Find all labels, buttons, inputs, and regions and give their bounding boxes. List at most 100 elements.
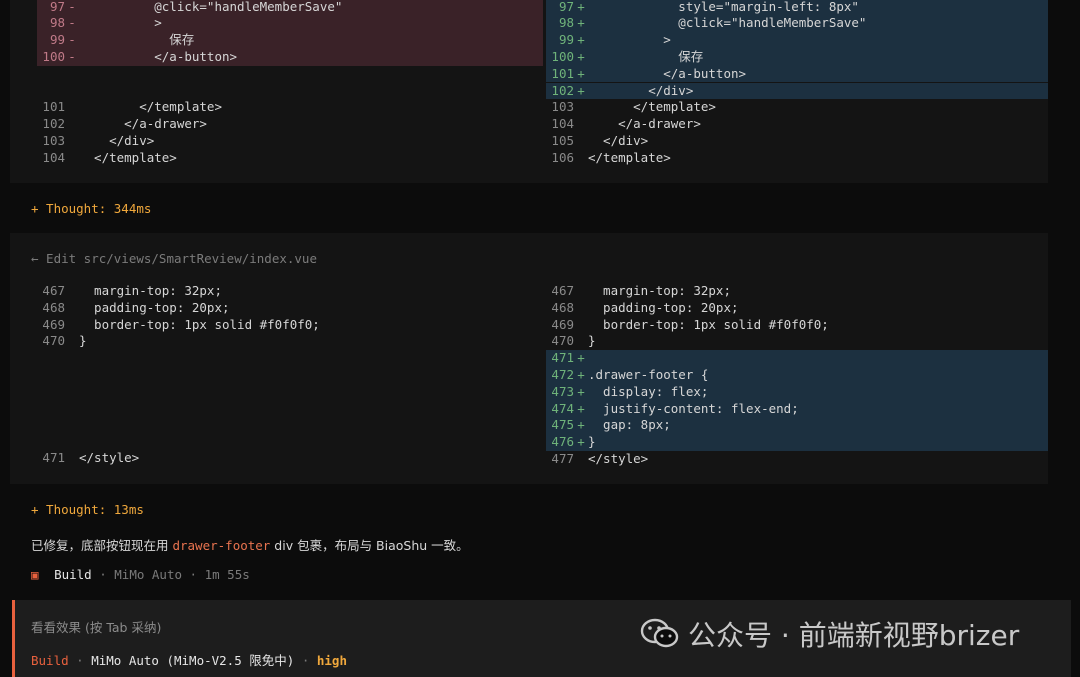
diff-sign: + xyxy=(577,82,585,98)
message-text: div 包裹，布局与 BiaoShu 一致。 xyxy=(270,538,469,553)
diff-sign: + xyxy=(577,65,585,81)
line-number: 100 xyxy=(42,48,65,64)
diff-sign: + xyxy=(577,350,585,366)
model-selector[interactable]: MiMo Auto (MiMo-V2.5 限免中) xyxy=(91,653,294,668)
line-number: 470 xyxy=(42,333,65,349)
line-number: 100 xyxy=(551,48,574,64)
line-number: 106 xyxy=(551,149,574,165)
code-text: </a-button> xyxy=(79,48,238,64)
mode-separator: · xyxy=(68,653,92,668)
diff-line-removed: 97- @click="handleMemberSave" xyxy=(37,0,543,16)
code-text: </div> xyxy=(588,132,649,148)
diff-sign: + xyxy=(577,417,585,433)
code-text: </template> xyxy=(79,99,222,115)
code-text: </template> xyxy=(588,99,716,115)
line-number: 475 xyxy=(551,417,574,433)
mode-selector[interactable]: Build xyxy=(31,653,69,668)
status-line: ▣ Build · MiMo Auto · 1m 55s xyxy=(31,567,250,582)
line-number: 467 xyxy=(42,283,65,298)
code-text: @click="handleMemberSave" xyxy=(588,15,867,31)
code-text: </template> xyxy=(588,149,671,165)
diff-line: 477 </style> xyxy=(546,451,1048,468)
line-number: 467 xyxy=(551,283,574,298)
line-number: 468 xyxy=(42,299,65,315)
code-text: </a-drawer> xyxy=(588,116,701,132)
diff-line-added: 471 + xyxy=(546,350,1048,367)
diff-sign: - xyxy=(68,0,76,14)
diff-line: 105 </div> xyxy=(546,133,1048,150)
diff-line: 468 padding-top: 20px; xyxy=(37,300,543,317)
diff-line-added: 100 + 保存 xyxy=(546,48,1048,66)
code-text: </div> xyxy=(588,82,694,98)
diff-line-removed: 99- 保存 xyxy=(37,32,543,49)
diff-line: 469 border-top: 1px solid #f0f0f0; xyxy=(37,317,543,334)
line-number: 97 xyxy=(558,0,574,14)
prompt-mode-bar: Build · MiMo Auto (MiMo-V2.5 限免中) · high xyxy=(31,650,347,669)
thought-toggle-2[interactable]: + Thought: 13ms xyxy=(31,502,144,517)
diff-sign: + xyxy=(577,32,585,48)
diff-line: 469 border-top: 1px solid #f0f0f0; xyxy=(546,317,1048,334)
watermark: 公众号 · 前端新视野brizer xyxy=(640,614,1019,654)
line-number: 469 xyxy=(551,316,574,332)
line-number: 470 xyxy=(551,333,574,349)
diff-line: 467 margin-top: 32px; xyxy=(37,283,543,300)
diff-line-added: 476 +} xyxy=(546,434,1048,451)
diff-sign: + xyxy=(577,367,585,382)
line-number: 477 xyxy=(551,451,574,466)
diff-line: 468 padding-top: 20px; xyxy=(546,300,1048,317)
code-text: </template> xyxy=(79,149,177,165)
line-number: 474 xyxy=(551,400,574,416)
diff-line: 103 </template> xyxy=(546,99,1048,116)
code-text: @click="handleMemberSave" xyxy=(79,0,343,14)
code-text: </div> xyxy=(79,132,155,148)
code-text: padding-top: 20px; xyxy=(79,299,230,315)
line-number: 102 xyxy=(42,116,65,132)
diff-line-added: 472 + .drawer-footer { xyxy=(546,367,1048,384)
diff-panel-1: 97- @click="handleMemberSave" 98- >99- 保存… xyxy=(10,0,1048,183)
effort-selector[interactable]: high xyxy=(317,653,347,668)
diff-sign: - xyxy=(68,48,76,64)
diff-line: 467 margin-top: 32px; xyxy=(546,283,1048,300)
diff-sign: + xyxy=(577,48,585,64)
line-number: 104 xyxy=(551,116,574,132)
diff-line-added: 475 + gap: 8px; xyxy=(546,417,1048,435)
line-number: 105 xyxy=(551,132,574,148)
status-model: MiMo Auto xyxy=(114,567,183,582)
diff-line: 104 </a-drawer> xyxy=(546,116,1048,133)
status-separator: · xyxy=(91,567,115,582)
diff-line-added: 97 + style="margin-left: 8px" xyxy=(546,0,1048,16)
line-number: 101 xyxy=(551,65,574,81)
diff-sign: + xyxy=(577,15,585,31)
message-code-highlight: drawer-footer xyxy=(172,538,271,553)
diff-line-added: 474 + justify-content: flex-end; xyxy=(546,400,1048,418)
code-text: border-top: 1px solid #f0f0f0; xyxy=(79,316,320,332)
assistant-message: 已修复，底部按钮现在用 drawer-footer div 包裹，布局与 Bia… xyxy=(31,535,469,554)
code-text: padding-top: 20px; xyxy=(588,299,739,315)
code-text: .drawer-footer { xyxy=(588,367,709,382)
code-text: </a-drawer> xyxy=(79,116,207,132)
diff-sign: + xyxy=(577,383,585,399)
line-number: 472 xyxy=(551,367,574,382)
code-text: } xyxy=(79,333,87,349)
edit-file-header[interactable]: ← Edit src/views/SmartReview/index.vue xyxy=(31,251,317,266)
line-number: 471 xyxy=(42,450,65,466)
diff-line-added: 99 + > xyxy=(546,32,1048,49)
diff-line: 102 </a-drawer> xyxy=(37,116,543,133)
code-text: style="margin-left: 8px" xyxy=(588,0,859,14)
line-number: 476 xyxy=(551,434,574,450)
diff-line: 471 </style> xyxy=(37,450,543,467)
diff-line: 103 </div> xyxy=(37,133,543,150)
diff-line: 101 </template> xyxy=(37,99,543,116)
prompt-placeholder: 看看效果 (按 Tab 采纳) xyxy=(31,620,162,635)
code-text: margin-top: 32px; xyxy=(79,283,222,298)
status-mode: Build xyxy=(54,567,92,582)
diff-line-added: 473 + display: flex; xyxy=(546,383,1048,401)
diff-sign: + xyxy=(577,434,585,450)
thought-toggle-1[interactable]: + Thought: 344ms xyxy=(31,201,151,216)
code-text: 保存 xyxy=(588,48,704,64)
code-text: </style> xyxy=(588,451,649,466)
code-text: > xyxy=(588,32,671,48)
code-text: display: flex; xyxy=(588,383,709,399)
line-number: 103 xyxy=(42,132,65,148)
code-text: margin-top: 32px; xyxy=(588,283,731,298)
